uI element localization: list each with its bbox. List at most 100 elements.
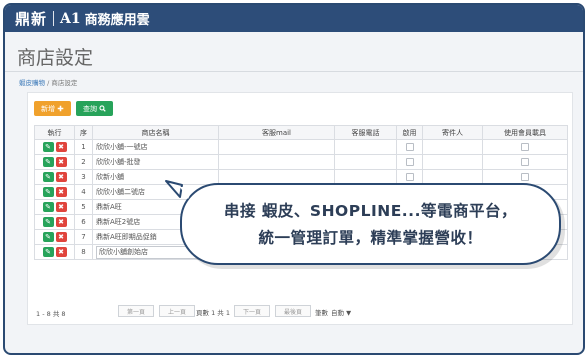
- row-actions: ✎ ✖: [34, 229, 75, 245]
- row-store-name: 欣欣小舖-一號店: [92, 139, 219, 155]
- row-seq: 4: [74, 184, 93, 200]
- col-service-phone: 客服電話: [334, 125, 397, 140]
- delete-icon[interactable]: ✖: [55, 217, 67, 227]
- table-row: ✎ ✖ 1 欣欣小舖-一號店: [34, 139, 568, 155]
- store-name-text: 欣欣小舖二號店: [96, 188, 145, 196]
- delete-icon[interactable]: ✖: [55, 202, 67, 212]
- callout-tail-cover: [180, 187, 194, 199]
- row-sender: [422, 154, 483, 170]
- plus-icon: [57, 105, 64, 112]
- edit-icon[interactable]: ✎: [42, 172, 54, 182]
- query-button[interactable]: 查詢: [76, 101, 113, 116]
- enabled-checkbox[interactable]: [405, 173, 414, 181]
- last-page-button[interactable]: 最後頁: [275, 305, 311, 317]
- member-carrier-checkbox[interactable]: [521, 158, 529, 166]
- col-sender: 寄件人: [422, 125, 483, 140]
- table-header-row: 執行 序 商店名稱 客服mail 客服電話 啟用 寄件人 使用會員載具: [34, 125, 568, 140]
- row-seq: 3: [74, 169, 93, 185]
- row-seq: 2: [74, 154, 93, 170]
- edit-icon[interactable]: ✎: [42, 187, 54, 197]
- page-size-value: 自動: [331, 309, 344, 317]
- edit-icon[interactable]: ✎: [42, 142, 54, 152]
- store-name-text: 欣新小舖: [96, 173, 124, 181]
- member-carrier-checkbox[interactable]: [521, 143, 529, 151]
- callout-line-2: 統一管理訂單，精準掌握營收！: [258, 229, 483, 247]
- row-sender: [422, 139, 483, 155]
- row-seq: 7: [74, 229, 93, 245]
- page-size-select[interactable]: 自動 ▼: [331, 307, 351, 317]
- delete-icon[interactable]: ✖: [55, 247, 67, 257]
- row-seq: 1: [74, 139, 93, 155]
- add-button-label: 新增: [41, 104, 55, 113]
- col-seq: 序: [74, 125, 93, 140]
- brand-logo: 鼎新: [15, 10, 48, 28]
- promo-callout: 串接 蝦皮、SHOPLINE...等電商平台， 統一管理訂單，精準掌握營收！: [180, 183, 561, 265]
- breadcrumb-home[interactable]: 蝦皮購物: [19, 79, 45, 87]
- app-name: 商務應用雲: [84, 13, 150, 28]
- row-seq: 8: [74, 244, 93, 260]
- delete-icon[interactable]: ✖: [55, 142, 67, 152]
- row-service-phone: [334, 154, 397, 170]
- enabled-checkbox[interactable]: [405, 158, 414, 166]
- query-button-label: 查詢: [83, 104, 97, 113]
- brand-a1: A1: [60, 10, 81, 27]
- col-action: 執行: [34, 125, 75, 140]
- row-actions: ✎ ✖: [34, 154, 75, 170]
- prev-page-button[interactable]: 上一頁: [159, 305, 195, 317]
- row-member-carrier: [482, 139, 568, 155]
- col-service-mail: 客服mail: [218, 125, 335, 140]
- store-name-text: 鼎新A旺2號店: [96, 218, 141, 226]
- col-store-name: 商店名稱: [92, 125, 219, 140]
- edit-icon[interactable]: ✎: [42, 217, 54, 227]
- enabled-checkbox[interactable]: [405, 143, 414, 151]
- title-divider: [5, 71, 583, 72]
- store-name-text: 鼎新A旺即期品促銷: [96, 233, 157, 241]
- breadcrumb-current: 商店設定: [51, 79, 78, 87]
- row-actions: ✎ ✖: [34, 244, 75, 260]
- row-service-phone: [334, 139, 397, 155]
- delete-icon[interactable]: ✖: [55, 157, 67, 167]
- delete-icon[interactable]: ✖: [55, 232, 67, 242]
- edit-icon[interactable]: ✎: [42, 202, 54, 212]
- member-carrier-checkbox[interactable]: [521, 173, 529, 181]
- edit-icon[interactable]: ✎: [42, 157, 54, 167]
- row-actions: ✎ ✖: [34, 169, 75, 185]
- row-member-carrier: [482, 154, 568, 170]
- app-header: 鼎新 A1 商務應用雲: [5, 5, 583, 32]
- row-service-mail: [218, 154, 335, 170]
- row-enabled: [396, 154, 423, 170]
- store-name-text: 欣欣小舖-批發: [96, 158, 141, 166]
- next-page-button[interactable]: 下一頁: [234, 305, 270, 317]
- chevron-down-icon: ▼: [346, 309, 352, 317]
- page-size-label: 筆數: [315, 309, 328, 317]
- page-title: 商店設定: [17, 47, 94, 69]
- row-seq: 5: [74, 199, 93, 215]
- callout-line-1: 串接 蝦皮、SHOPLINE...等電商平台，: [224, 202, 517, 220]
- first-page-button[interactable]: 第一頁: [118, 305, 154, 317]
- row-actions: ✎ ✖: [34, 199, 75, 215]
- row-actions: ✎ ✖: [34, 184, 75, 200]
- search-icon: [99, 105, 106, 112]
- breadcrumb: 蝦皮購物 / 商店設定: [19, 77, 77, 87]
- delete-icon[interactable]: ✖: [55, 172, 67, 182]
- row-store-name: 欣欣小舖-批發: [92, 154, 219, 170]
- store-name-text: 欣欣小舖-一號店: [96, 143, 148, 151]
- edit-icon[interactable]: ✎: [42, 232, 54, 242]
- row-actions: ✎ ✖: [34, 139, 75, 155]
- add-button[interactable]: 新增: [34, 101, 71, 116]
- store-name-text: 鼎新A旺: [96, 203, 122, 211]
- record-count: 1 - 8 共 8: [36, 310, 66, 318]
- row-seq: 6: [74, 214, 93, 230]
- logo-divider: [53, 11, 55, 26]
- delete-icon[interactable]: ✖: [55, 187, 67, 197]
- row-store-name: 欣新小舖: [92, 169, 219, 185]
- edit-icon[interactable]: ✎: [42, 247, 54, 257]
- row-service-mail: [218, 139, 335, 155]
- row-actions: ✎ ✖: [34, 214, 75, 230]
- app-window: 鼎新 A1 商務應用雲 商店設定 蝦皮購物 / 商店設定 新增 查詢 執行 序 …: [3, 3, 585, 355]
- breadcrumb-separator: /: [47, 79, 50, 87]
- page-info: 頁數 1 共 1: [196, 309, 230, 317]
- table-row: ✎ ✖ 2 欣欣小舖-批發: [34, 154, 568, 170]
- row-enabled: [396, 139, 423, 155]
- col-member-carrier: 使用會員載具: [482, 125, 568, 140]
